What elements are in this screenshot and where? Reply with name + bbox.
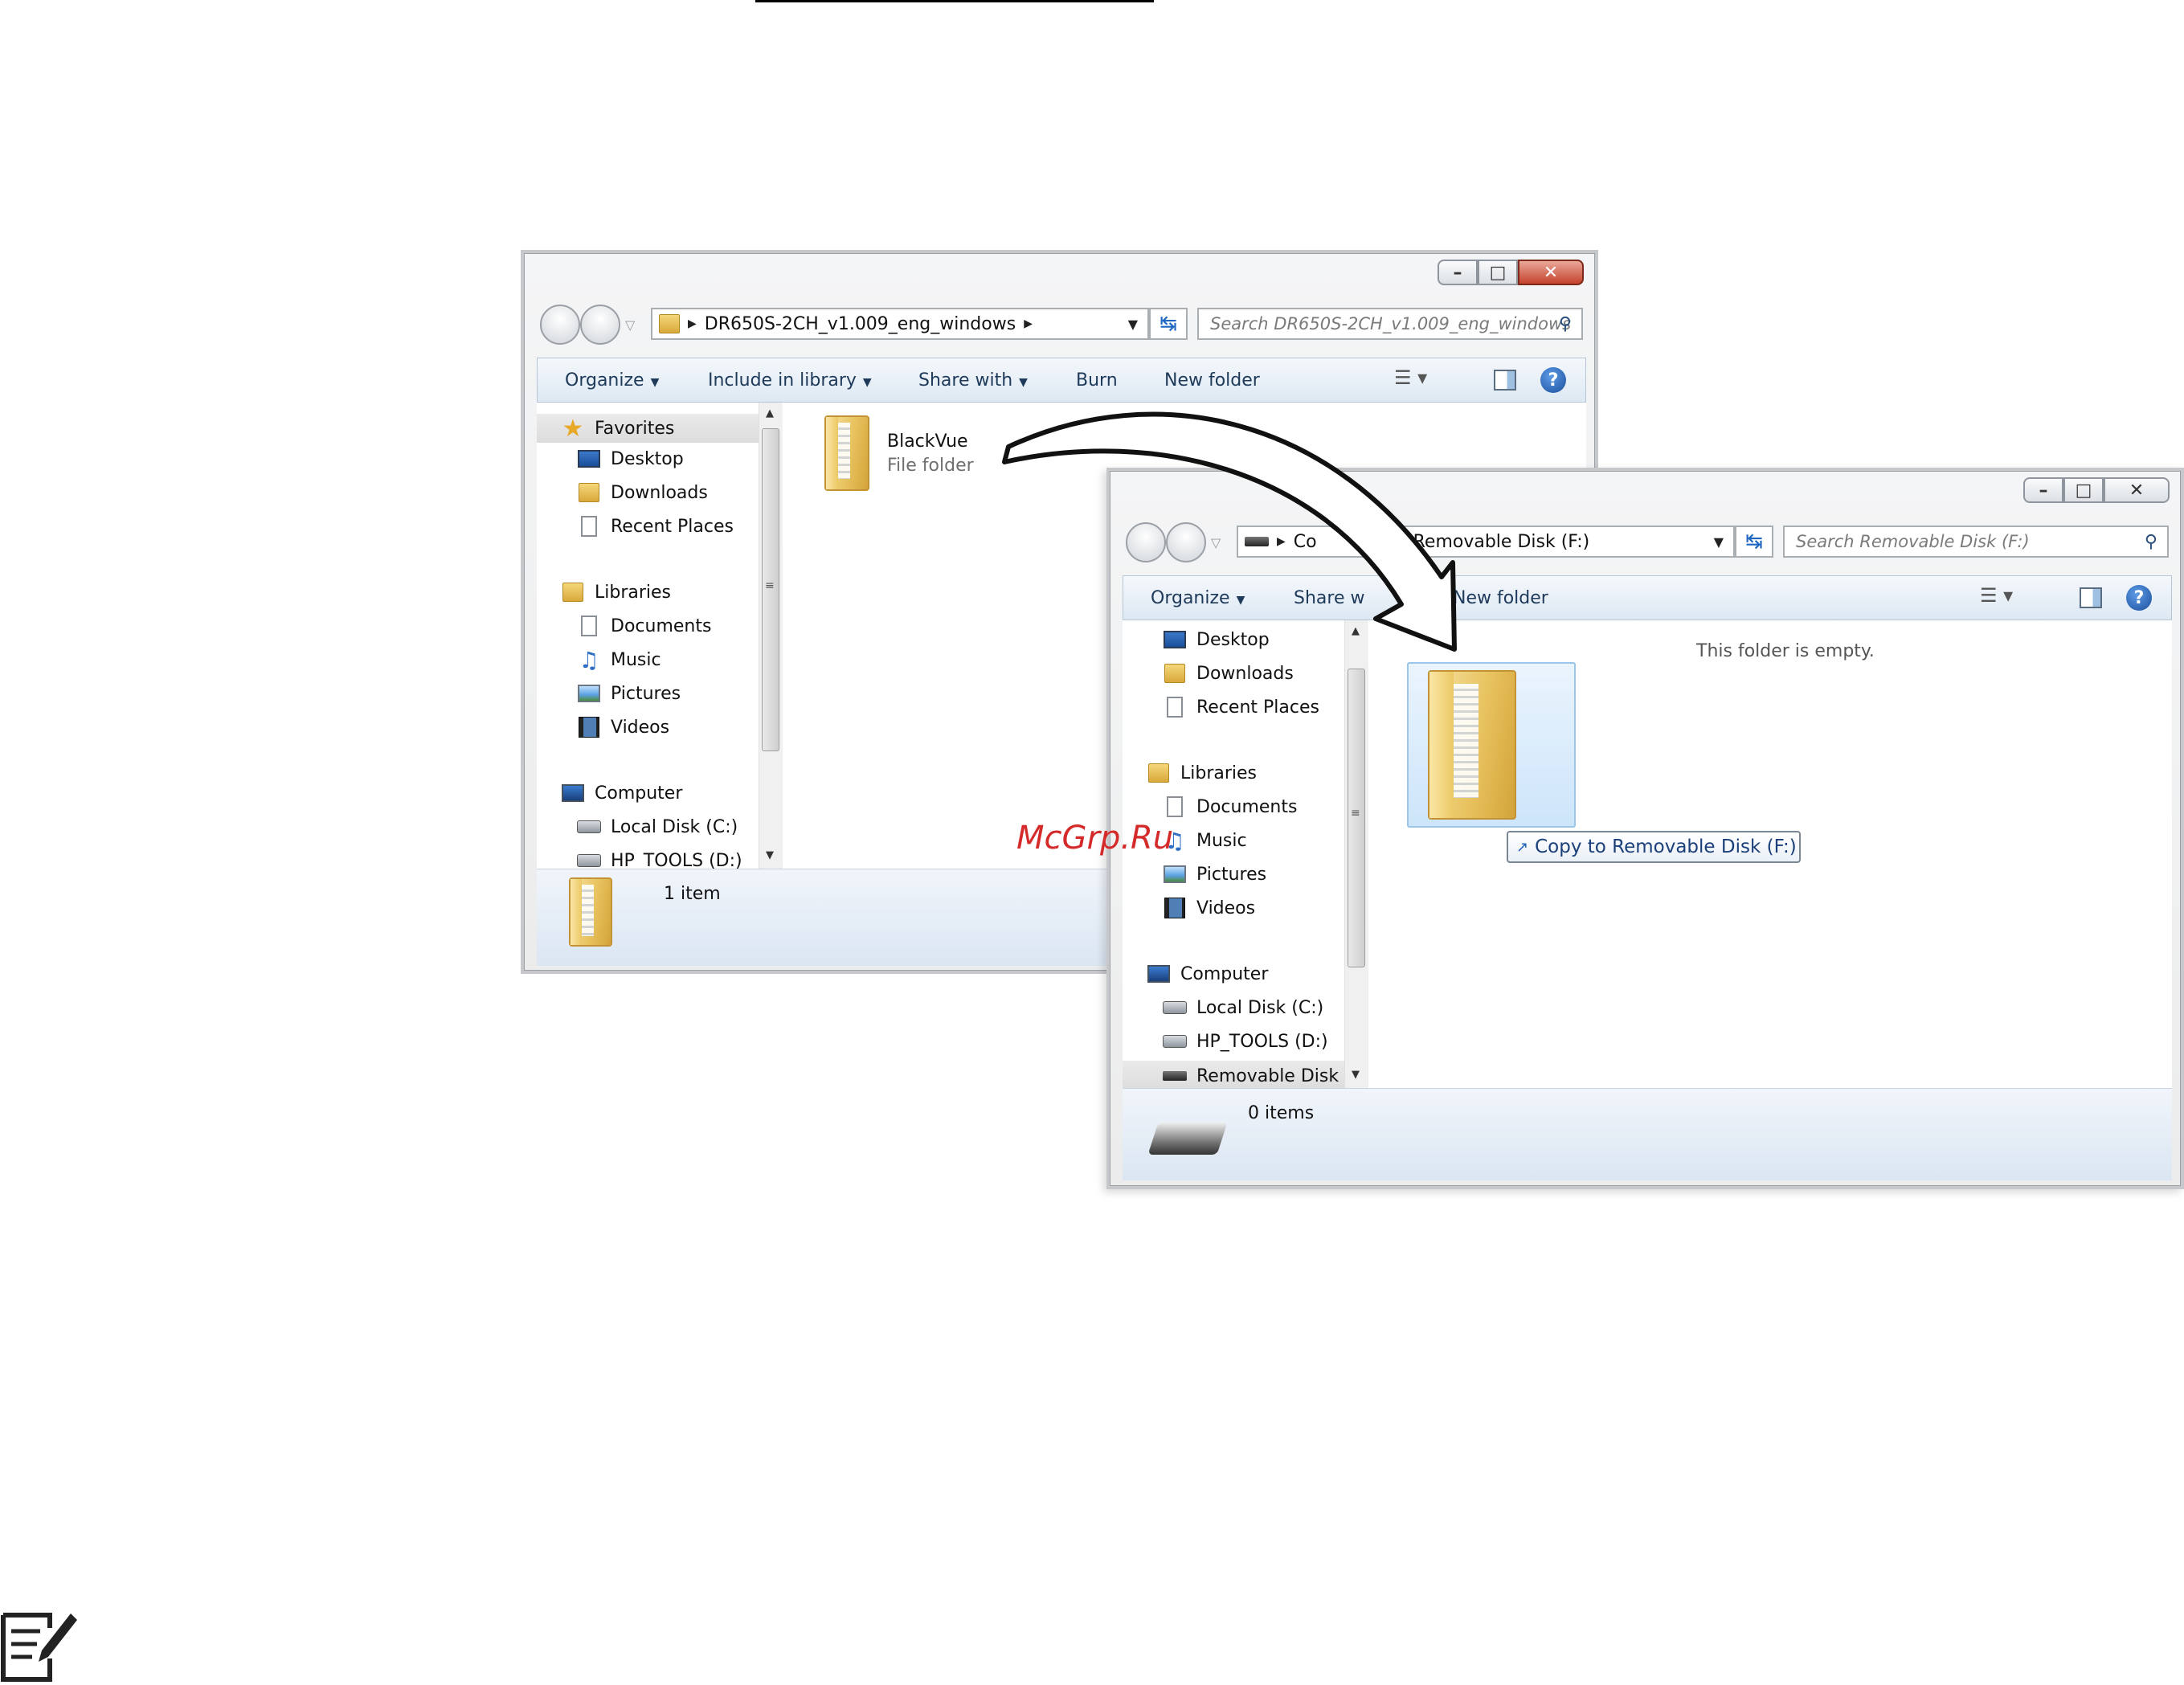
watermark: McGrp.Ru (1016, 820, 1174, 857)
drag-arrow-shape (1002, 411, 1457, 652)
note-icon (1, 1613, 77, 1682)
